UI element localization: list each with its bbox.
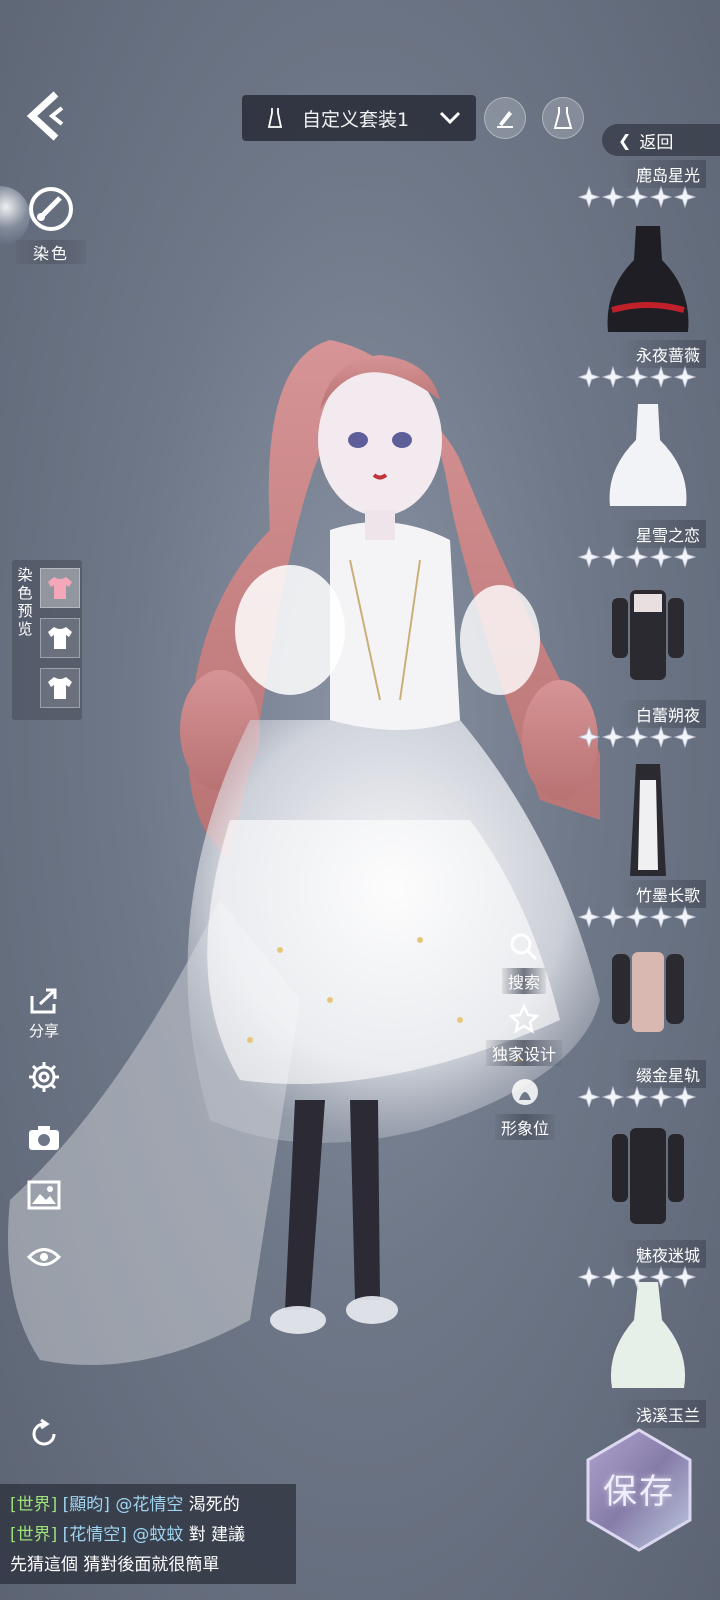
rating-star-icon	[602, 186, 624, 208]
palette-brush-icon	[29, 187, 73, 231]
image-slot-label: 形象位	[494, 1114, 555, 1140]
image-slot-button[interactable]: 形象位	[490, 1076, 560, 1140]
rating-star-icon	[674, 906, 696, 928]
rating-star-icon	[626, 726, 648, 748]
rating-star-icon	[674, 186, 696, 208]
rating-star-icon	[650, 906, 672, 928]
exclusive-label: 独家设计	[485, 1040, 562, 1066]
rating-star-icon	[578, 906, 600, 928]
chevron-down-icon	[439, 111, 461, 125]
search-button[interactable]: 搜索	[492, 932, 556, 994]
portrait-icon	[512, 1079, 538, 1105]
outfit-stars	[578, 1086, 698, 1112]
chat-text: 先猜這個 猜對後面就很簡單	[10, 1555, 220, 1575]
outfit-stars	[578, 546, 698, 572]
outfit-stars	[578, 906, 698, 932]
character-model[interactable]	[0, 300, 600, 1460]
outfit-name: 魅夜迷城	[619, 1240, 706, 1268]
rating-star-icon	[650, 1086, 672, 1108]
outfit-item[interactable]: 缀金星轨	[578, 940, 720, 1120]
outfit-name: 缀金星轨	[619, 1060, 706, 1088]
rating-star-icon	[626, 546, 648, 568]
outfit-item[interactable]: 白蕾朔夜	[578, 580, 720, 760]
chat-text: 對 建議	[188, 1525, 246, 1545]
rating-star-icon	[578, 726, 600, 748]
chat-user: [顯昀]	[62, 1495, 110, 1515]
outfit-thumbnail	[607, 226, 689, 332]
save-button[interactable]: 保存	[584, 1428, 694, 1552]
edit-pen-button[interactable]	[484, 97, 526, 139]
star-icon	[508, 1002, 540, 1034]
outfit-item[interactable]: 竹墨长歌	[578, 760, 720, 940]
chat-channel: [世界]	[10, 1495, 58, 1515]
outfit-item[interactable]: 鹿岛星光	[578, 40, 720, 220]
rating-star-icon	[602, 906, 624, 928]
rating-star-icon	[674, 366, 696, 388]
outfit-name: 永夜蔷薇	[619, 340, 706, 368]
pen-icon	[497, 111, 513, 128]
chat-mention: @蚊蚊	[132, 1525, 184, 1545]
back-arrow-icon	[26, 91, 64, 141]
outfit-item[interactable]: 永夜蔷薇	[578, 220, 720, 400]
rating-star-icon	[650, 366, 672, 388]
outfit-name: 浅溪玉兰	[619, 1400, 706, 1428]
search-icon	[510, 933, 538, 961]
rating-star-icon	[650, 186, 672, 208]
rating-star-icon	[650, 726, 672, 748]
outfit-stars	[578, 726, 698, 752]
chat-channel: [世界]	[10, 1525, 58, 1545]
chat-user: [花情空]	[62, 1525, 127, 1545]
rating-star-icon	[602, 546, 624, 568]
outfit-thumbnail	[612, 1128, 684, 1224]
rating-star-icon	[578, 1086, 600, 1108]
dress-icon	[267, 108, 283, 128]
rating-star-icon	[578, 546, 600, 568]
rating-star-icon	[674, 726, 696, 748]
outfit-name: 白蕾朔夜	[619, 700, 706, 728]
rating-star-icon	[674, 546, 696, 568]
back-button[interactable]	[22, 88, 74, 144]
rating-star-icon	[626, 906, 648, 928]
outfit-thumbnail	[610, 1282, 686, 1388]
rating-star-icon	[626, 186, 648, 208]
outfit-name: 星雪之恋	[619, 520, 706, 548]
outfit-item[interactable]: 魅夜迷城	[578, 1120, 720, 1300]
dye-button[interactable]: 染色	[16, 184, 86, 264]
rating-star-icon	[578, 186, 600, 208]
outfit-stars	[578, 366, 698, 392]
rating-star-icon	[602, 1086, 624, 1108]
chat-line: [世界] [花情空] @蚊蚊 對 建議	[10, 1520, 286, 1550]
rating-star-icon	[602, 726, 624, 748]
dress-icon	[553, 107, 573, 129]
rating-star-icon	[578, 366, 600, 388]
outfit-thumbnail	[609, 404, 687, 506]
outfit-name: 竹墨长歌	[619, 880, 706, 908]
chat-line: [世界] [顯昀] @花情空 渴死的	[10, 1490, 286, 1520]
outfit-stars	[578, 186, 698, 212]
search-label: 搜索	[501, 968, 546, 994]
outfit-item[interactable]: 星雪之恋	[578, 400, 720, 580]
suit-name: 自定义套装1	[302, 108, 410, 131]
outfit-thumbnail	[612, 952, 684, 1032]
outfit-thumbnail	[630, 764, 666, 876]
suit-selector[interactable]: 自定义套装1	[242, 95, 476, 141]
rating-star-icon	[650, 546, 672, 568]
chat-mention: @花情空	[115, 1495, 184, 1515]
outfit-thumbnail	[612, 590, 684, 680]
chat-text: 渴死的	[188, 1495, 240, 1515]
rating-star-icon	[602, 366, 624, 388]
dye-label: 染色	[16, 240, 86, 264]
exclusive-design-button[interactable]: 独家设计	[484, 1002, 564, 1066]
outfit-button[interactable]	[542, 97, 584, 139]
rating-star-icon	[626, 366, 648, 388]
rating-star-icon	[626, 1086, 648, 1108]
chat-line: 先猜這個 猜對後面就很簡單	[10, 1550, 286, 1580]
save-label: 保存	[603, 1472, 675, 1512]
chat-box[interactable]: [世界] [顯昀] @花情空 渴死的 [世界] [花情空] @蚊蚊 對 建議 先…	[0, 1484, 296, 1584]
outfit-name: 鹿岛星光	[619, 160, 706, 188]
rating-star-icon	[674, 1086, 696, 1108]
